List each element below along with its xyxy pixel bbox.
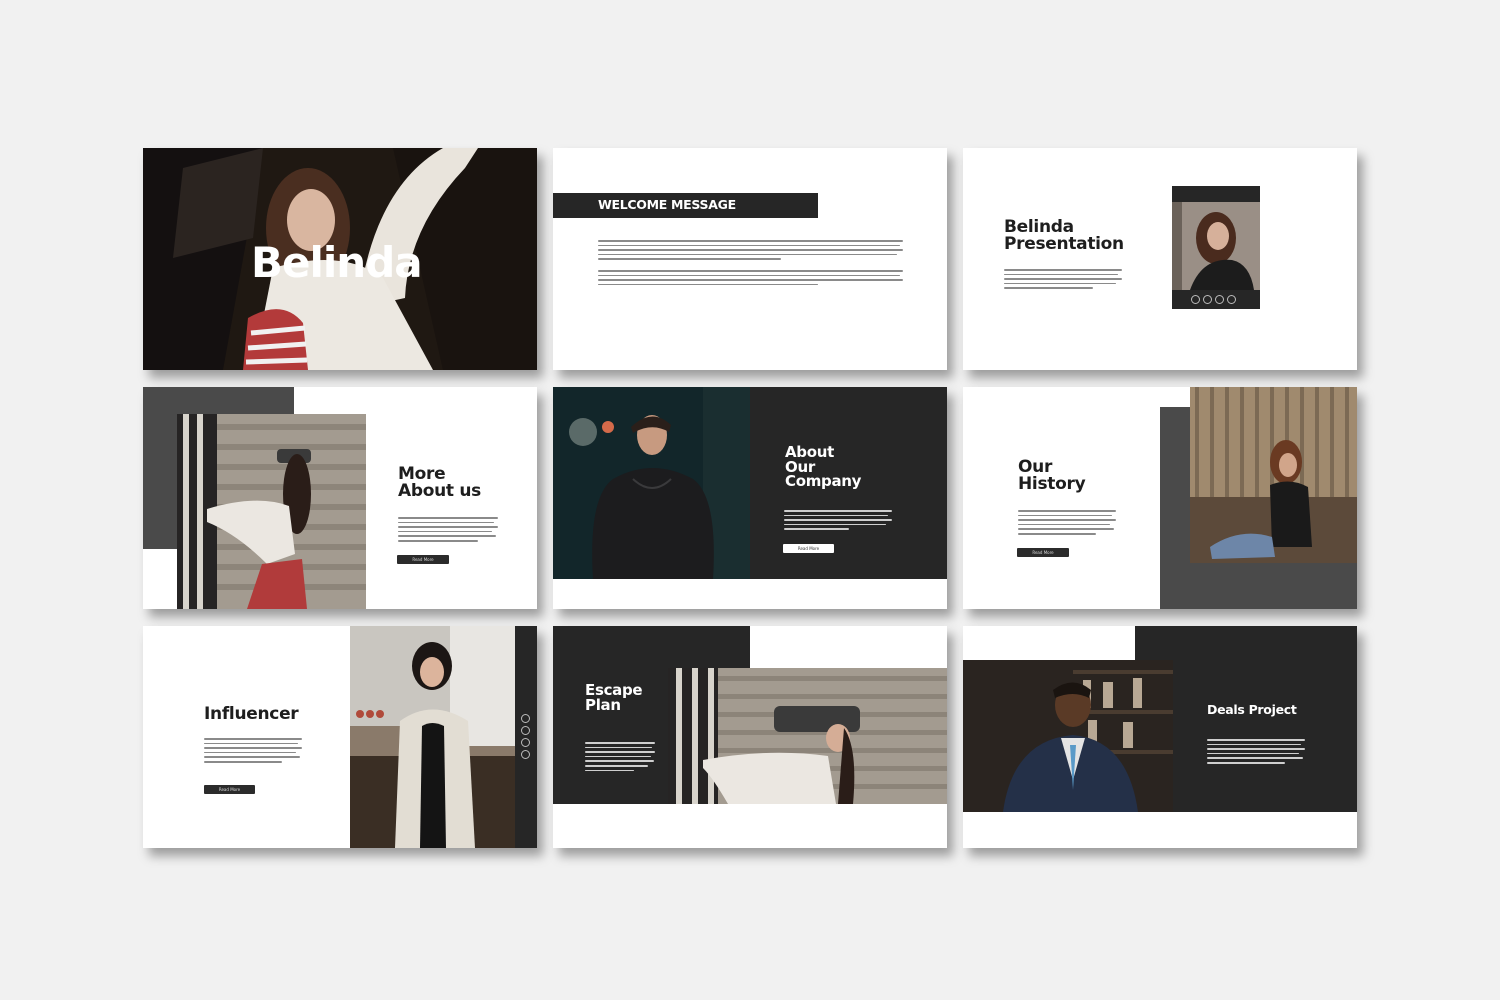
slide-welcome[interactable]: WELCOME MESSAGE	[553, 148, 947, 370]
escape-photo	[668, 668, 947, 804]
facebook-icon[interactable]	[521, 738, 530, 747]
body-text	[585, 742, 655, 772]
body-text	[1004, 269, 1122, 289]
slide-title: Belinda Presentation	[1004, 217, 1124, 254]
body-text	[598, 240, 903, 260]
body-text	[784, 510, 892, 530]
slide-about-company[interactable]: About Our Company Read More	[553, 387, 947, 609]
about-photo	[177, 414, 366, 609]
slide-history[interactable]: Our History Read More	[963, 387, 1357, 609]
social-icons	[521, 714, 530, 759]
influencer-photo	[350, 626, 515, 848]
deals-photo	[963, 660, 1173, 812]
dribbble-icon[interactable]	[521, 750, 530, 759]
slide-deals-project[interactable]: Deals Project	[963, 626, 1357, 848]
company-photo	[553, 387, 750, 579]
read-more-button[interactable]: Read More	[783, 544, 834, 553]
slide-title: More About us	[398, 464, 481, 501]
slide-presentation[interactable]: Belinda Presentation	[963, 148, 1357, 370]
body-text	[398, 517, 498, 542]
slide-title: Deals Project	[1207, 702, 1297, 717]
slide-title: WELCOME MESSAGE	[598, 197, 736, 212]
read-more-button[interactable]: Read More	[397, 555, 449, 564]
body-text	[204, 738, 302, 763]
profile-photo	[1172, 202, 1260, 290]
read-more-button[interactable]: Read More	[204, 785, 255, 794]
body-text	[598, 270, 903, 286]
body-text	[1207, 739, 1305, 764]
slide-title: Belinda	[251, 238, 423, 287]
pinterest-icon[interactable]	[521, 714, 530, 723]
social-icons	[1191, 295, 1236, 304]
slide-title: About Our Company	[785, 443, 862, 491]
slide-escape-plan[interactable]: Escape Plan	[553, 626, 947, 848]
dribbble-icon[interactable]	[1227, 295, 1236, 304]
pinterest-icon[interactable]	[1191, 295, 1200, 304]
slide-title: Our History	[1018, 457, 1086, 494]
body-text	[1018, 510, 1116, 535]
slide-about-us[interactable]: More About us Read More	[143, 387, 537, 609]
read-more-button[interactable]: Read More	[1017, 548, 1069, 557]
slide-cover[interactable]: Belinda	[143, 148, 537, 370]
history-photo	[1190, 387, 1357, 563]
slide-influencer[interactable]: Influencer Read More	[143, 626, 537, 848]
slide-title: Influencer	[204, 704, 299, 724]
facebook-icon[interactable]	[1215, 295, 1224, 304]
linkedin-icon[interactable]	[1203, 295, 1212, 304]
linkedin-icon[interactable]	[521, 726, 530, 735]
slide-title: Escape Plan	[585, 681, 643, 714]
